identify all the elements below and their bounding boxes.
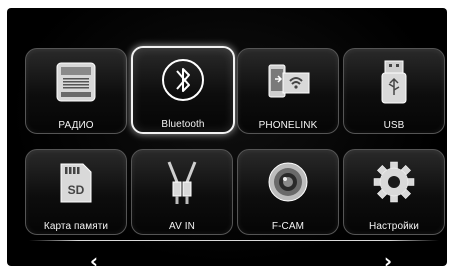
camera-lens-icon [261, 158, 315, 210]
tile-phonelink-label: PHONELINK [258, 120, 318, 131]
sd-card-icon: SD [49, 158, 103, 210]
radio-icon [49, 57, 103, 109]
head-unit-screen: РАДИО Bluetooth PHONELINK USB SD Карта п… [0, 0, 453, 272]
tile-memory-card-label: Карта памяти [43, 221, 109, 232]
tile-usb-label: USB [383, 120, 405, 131]
tile-bluetooth[interactable]: Bluetooth [131, 46, 235, 134]
gear-icon [367, 158, 421, 210]
tile-memory-card[interactable]: SD Карта памяти [25, 149, 127, 235]
tile-f-cam-label: F-CAM [271, 221, 305, 232]
tile-usb[interactable]: USB [343, 48, 445, 134]
tile-f-cam[interactable]: F-CAM [237, 149, 339, 235]
bluetooth-icon [156, 56, 210, 108]
phonelink-icon [261, 57, 315, 109]
tile-settings-label: Настройки [369, 221, 419, 232]
bottom-divider [29, 240, 439, 241]
svg-text:SD: SD [68, 183, 85, 197]
main-menu-panel: РАДИО Bluetooth PHONELINK USB SD Карта п… [7, 8, 447, 271]
prev-page-arrow-icon[interactable]: ‹ [85, 251, 103, 271]
tile-phonelink[interactable]: PHONELINK [237, 48, 339, 134]
tile-radio[interactable]: РАДИО [25, 48, 127, 134]
tile-bluetooth-label: Bluetooth [161, 119, 205, 130]
next-page-arrow-icon[interactable]: › [379, 251, 397, 271]
av-in-cable-icon [155, 158, 209, 210]
tile-settings[interactable]: Настройки [343, 149, 445, 235]
tile-av-in-label: AV IN [169, 221, 195, 232]
tile-av-in[interactable]: AV IN [131, 149, 233, 235]
tile-radio-label: РАДИО [58, 120, 94, 131]
usb-icon [367, 57, 421, 109]
